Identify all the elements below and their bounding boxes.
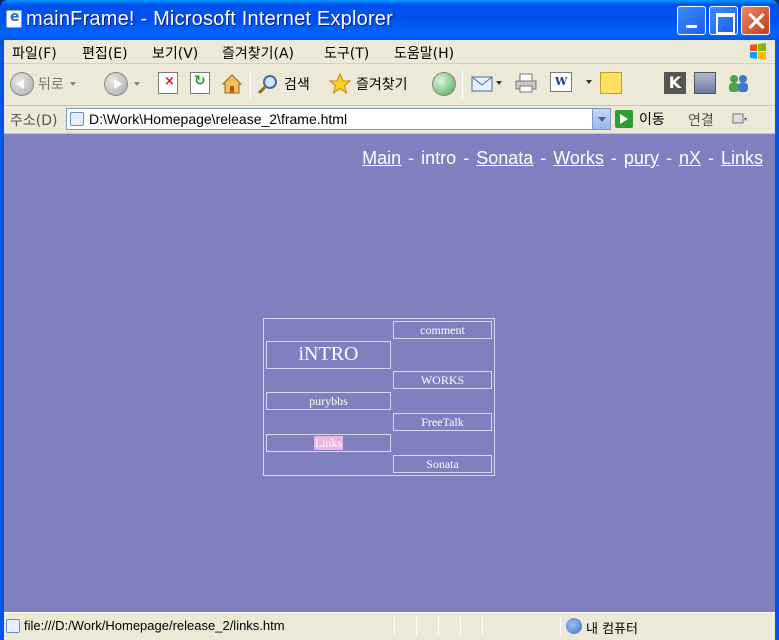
go-arrow-icon xyxy=(615,110,633,128)
mail-icon xyxy=(471,76,493,92)
status-text: file:///D:/Work/Homepage/release_2/links… xyxy=(24,618,285,633)
forward-button[interactable] xyxy=(104,72,140,96)
refresh-icon: ↻ xyxy=(190,72,210,94)
status-bar: file:///D:/Work/Homepage/release_2/links… xyxy=(4,612,775,640)
stop-button[interactable]: × xyxy=(158,72,178,94)
search-label: 검색 xyxy=(284,77,310,93)
menu-edit[interactable]: 편집(E) xyxy=(82,43,128,63)
status-divider xyxy=(394,617,395,635)
nav-link-main[interactable]: Main xyxy=(362,148,401,168)
standard-toolbar: 뒤로 × ↻ 검색 즐겨찾기 W K xyxy=(4,64,775,106)
refresh-button[interactable]: ↻ xyxy=(190,72,210,94)
home-button[interactable] xyxy=(220,72,244,96)
home-icon xyxy=(221,74,243,94)
links-button[interactable]: 연결 xyxy=(688,110,714,130)
window-title: mainFrame! - Microsoft Internet Explorer xyxy=(26,8,393,30)
address-label: 주소(D) xyxy=(10,113,58,129)
top-navigation: Main - intro - Sonata - Works - pury - nX - Links xyxy=(362,148,763,168)
toolbar-separator xyxy=(462,70,463,100)
status-divider xyxy=(560,617,561,635)
page-icon xyxy=(6,619,20,633)
chevron-down-icon xyxy=(134,82,140,86)
chevron-down-icon xyxy=(496,81,502,85)
windows-logo-icon xyxy=(750,43,766,60)
menu-works[interactable]: WORKS xyxy=(393,371,492,389)
menu-file[interactable]: 파일(F) xyxy=(12,43,57,63)
star-icon xyxy=(328,72,352,95)
chevron-down-icon xyxy=(586,80,592,84)
back-label: 뒤로 xyxy=(38,77,64,93)
research-icon xyxy=(694,72,716,94)
address-url: D:\Work\Homepage\release_2\frame.html xyxy=(89,111,348,127)
word-icon: W xyxy=(550,72,572,92)
ie-icon xyxy=(6,9,22,28)
go-label: 이동 xyxy=(639,112,665,128)
nav-current-intro: intro xyxy=(421,148,457,168)
toolbar-options-icon[interactable] xyxy=(732,111,748,127)
address-bar: 주소(D) D:\Work\Homepage\release_2\frame.h… xyxy=(4,106,775,134)
back-arrow-icon xyxy=(10,72,34,96)
nav-link-nx[interactable]: nX xyxy=(679,148,701,168)
menu-favorites[interactable]: 즐겨찾기(A) xyxy=(222,43,294,63)
browser-window: mainFrame! - Microsoft Internet Explorer… xyxy=(0,0,779,640)
menu-view[interactable]: 보기(V) xyxy=(152,43,198,63)
mail-button[interactable] xyxy=(470,72,502,94)
k-icon: K xyxy=(664,72,686,94)
menu-purybbs[interactable]: purybbs xyxy=(266,392,391,410)
history-button[interactable] xyxy=(432,72,456,96)
extension-k-button[interactable]: K xyxy=(664,72,686,94)
menu-tools[interactable]: 도구(T) xyxy=(324,43,369,63)
chevron-down-icon xyxy=(69,82,76,86)
nav-link-links[interactable]: Links xyxy=(721,148,763,168)
address-input[interactable]: D:\Work\Homepage\release_2\frame.html xyxy=(66,108,611,130)
address-dropdown-button[interactable] xyxy=(592,109,610,129)
menu-links[interactable]: Links xyxy=(266,434,391,452)
status-divider xyxy=(460,617,461,635)
page-content: Main - intro - Sonata - Works - pury - nX - Links co… xyxy=(4,134,775,612)
go-button[interactable]: 이동 xyxy=(615,109,665,129)
favorites-button[interactable]: 즐겨찾기 xyxy=(328,72,408,96)
favorites-label: 즐겨찾기 xyxy=(356,77,408,93)
menu-bar: 파일(F) 편집(E) 보기(V) 즐겨찾기(A) 도구(T) 도움말(H) xyxy=(4,40,775,64)
close-button[interactable] xyxy=(741,6,770,35)
intro-menu-box: comment iNTRO WORKS purybbs FreeTalk Lin… xyxy=(263,318,495,476)
history-icon xyxy=(432,72,456,96)
print-button[interactable] xyxy=(514,72,538,94)
note-icon xyxy=(600,72,622,94)
toolbar-separator xyxy=(250,70,251,100)
stop-icon: × xyxy=(158,72,178,94)
nav-link-pury[interactable]: pury xyxy=(624,148,659,168)
printer-icon xyxy=(515,73,537,93)
maximize-button[interactable] xyxy=(709,6,738,35)
status-divider xyxy=(482,617,483,635)
menu-links-label: Links xyxy=(313,436,344,450)
discuss-button[interactable] xyxy=(600,72,622,94)
menu-comment[interactable]: comment xyxy=(393,321,492,339)
menu-sonata[interactable]: Sonata xyxy=(393,455,492,473)
research-button[interactable] xyxy=(694,72,716,94)
forward-arrow-icon xyxy=(104,72,128,96)
messenger-button[interactable] xyxy=(726,72,752,94)
search-button[interactable]: 검색 xyxy=(256,72,310,96)
computer-zone-icon xyxy=(566,618,582,634)
menu-help[interactable]: 도움말(H) xyxy=(394,43,454,63)
nav-link-sonata[interactable]: Sonata xyxy=(476,148,533,168)
title-bar[interactable]: mainFrame! - Microsoft Internet Explorer xyxy=(0,0,779,40)
nav-link-works[interactable]: Works xyxy=(553,148,604,168)
menu-freetalk[interactable]: FreeTalk xyxy=(393,413,492,431)
page-icon xyxy=(70,112,84,126)
messenger-icon xyxy=(729,75,748,92)
search-icon xyxy=(257,75,277,95)
back-button[interactable]: 뒤로 xyxy=(10,72,76,96)
status-divider xyxy=(438,617,439,635)
status-divider xyxy=(416,617,417,635)
menu-intro-title[interactable]: iNTRO xyxy=(266,341,391,369)
minimize-button[interactable] xyxy=(677,6,706,35)
edit-button[interactable]: W xyxy=(550,72,592,92)
security-zone: 내 컴퓨터 xyxy=(586,622,638,637)
